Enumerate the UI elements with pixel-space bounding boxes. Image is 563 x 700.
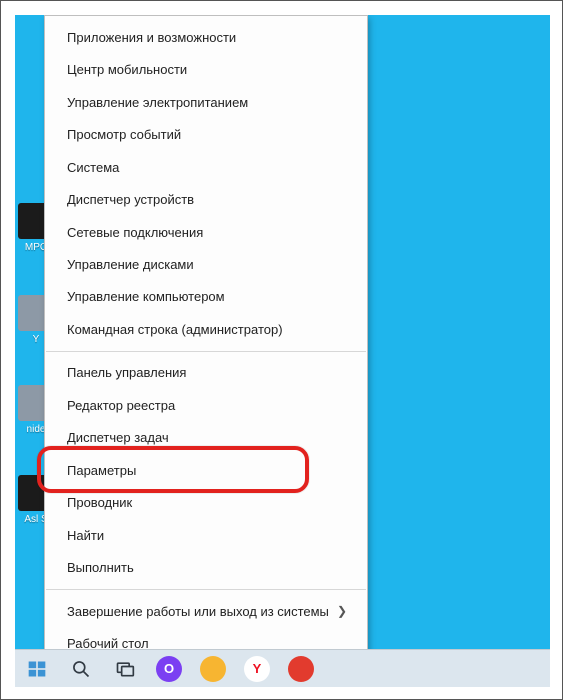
menu-item-event-viewer[interactable]: Просмотр событий: [45, 118, 367, 150]
menu-item-label: Командная строка (администратор): [67, 322, 283, 337]
menu-item-computer-mgmt[interactable]: Управление компьютером: [45, 281, 367, 313]
task-view-icon: [115, 659, 135, 679]
menu-item-label: Выполнить: [67, 560, 134, 575]
menu-item-label: Управление компьютером: [67, 289, 225, 304]
menu-separator: [46, 351, 366, 352]
menu-item-label: Панель управления: [67, 365, 186, 380]
winx-context-menu: Приложения и возможности Центр мобильност…: [44, 15, 368, 664]
windows-logo-icon: [27, 659, 47, 679]
menu-item-run[interactable]: Выполнить: [45, 551, 367, 583]
menu-item-label: Параметры: [67, 463, 136, 478]
menu-item-shutdown-signout[interactable]: Завершение работы или выход из системы ❯: [45, 595, 367, 627]
menu-item-label: Приложения и возможности: [67, 30, 236, 45]
desktop-icon-label: nide: [27, 424, 46, 435]
app-icon: O: [156, 656, 182, 682]
app-icon: [200, 656, 226, 682]
menu-item-disk-mgmt[interactable]: Управление дисками: [45, 248, 367, 280]
taskbar-app-files[interactable]: [191, 650, 235, 688]
start-button[interactable]: [15, 650, 59, 688]
taskbar-app-red[interactable]: [279, 650, 323, 688]
menu-item-explorer[interactable]: Проводник: [45, 487, 367, 519]
menu-item-control-panel[interactable]: Панель управления: [45, 357, 367, 389]
menu-item-regedit[interactable]: Редактор реестра: [45, 389, 367, 421]
menu-item-label: Управление дисками: [67, 257, 194, 272]
menu-item-label: Редактор реестра: [67, 398, 175, 413]
taskbar-app-yandex[interactable]: Y: [235, 650, 279, 688]
menu-item-label: Центр мобильности: [67, 62, 187, 77]
image-frame: MPC Y nide Asl S Приложения и возможност…: [0, 0, 563, 700]
desktop-icon-label: Y: [33, 334, 40, 345]
menu-item-label: Найти: [67, 528, 104, 543]
menu-item-label: Диспетчер задач: [67, 430, 169, 445]
desktop[interactable]: MPC Y nide Asl S Приложения и возможност…: [15, 15, 550, 687]
task-view-button[interactable]: [103, 650, 147, 688]
menu-item-task-manager[interactable]: Диспетчер задач: [45, 422, 367, 454]
menu-item-cmd-admin[interactable]: Командная строка (администратор): [45, 313, 367, 345]
menu-item-device-manager[interactable]: Диспетчер устройств: [45, 183, 367, 215]
app-icon: Y: [244, 656, 270, 682]
taskbar-app-opera[interactable]: O: [147, 650, 191, 688]
menu-item-label: Сетевые подключения: [67, 225, 203, 240]
chevron-right-icon: ❯: [337, 604, 347, 618]
search-button[interactable]: [59, 650, 103, 688]
app-icon: [288, 656, 314, 682]
menu-item-network-conn[interactable]: Сетевые подключения: [45, 216, 367, 248]
menu-item-label: Просмотр событий: [67, 127, 181, 142]
menu-separator: [46, 589, 366, 590]
menu-item-label: Система: [67, 160, 119, 175]
menu-item-mobility-center[interactable]: Центр мобильности: [45, 53, 367, 85]
menu-item-find[interactable]: Найти: [45, 519, 367, 551]
menu-item-label: Проводник: [67, 495, 132, 510]
menu-item-label: Управление электропитанием: [67, 95, 248, 110]
taskbar: OY: [15, 649, 550, 687]
menu-item-apps-features[interactable]: Приложения и возможности: [45, 21, 367, 53]
menu-item-settings[interactable]: Параметры: [45, 454, 367, 486]
menu-item-system[interactable]: Система: [45, 151, 367, 183]
menu-item-power-options[interactable]: Управление электропитанием: [45, 86, 367, 118]
search-icon: [71, 659, 91, 679]
menu-item-label: Завершение работы или выход из системы: [67, 604, 329, 619]
menu-item-label: Диспетчер устройств: [67, 192, 194, 207]
